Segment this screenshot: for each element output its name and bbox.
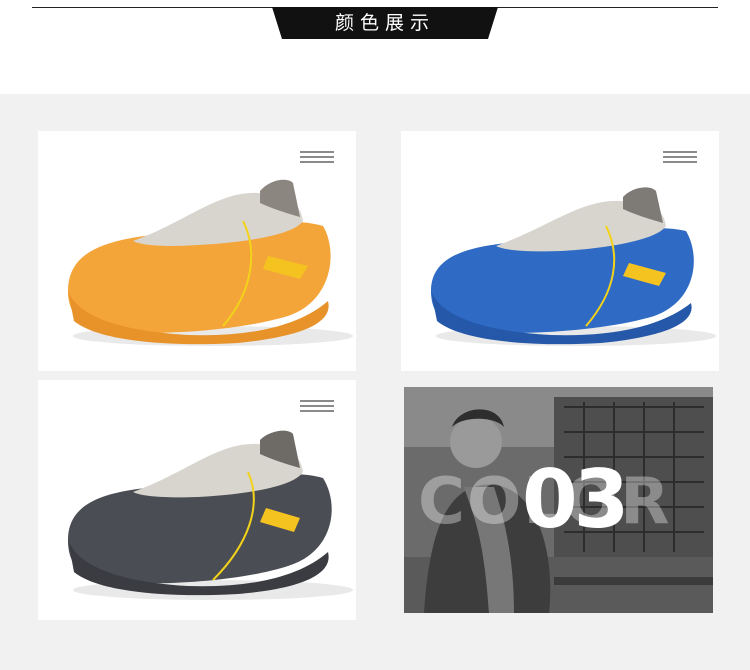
hamburger-icon[interactable] <box>300 151 334 165</box>
shoe-blue-image <box>431 187 716 346</box>
feature-photo: COLOR 03 <box>404 387 713 613</box>
section-title: 颜色展示 <box>334 12 435 34</box>
section-title-banner: 颜色展示 <box>272 7 498 39</box>
shoe-dark-gray-image <box>68 430 353 600</box>
hamburger-icon[interactable] <box>300 400 334 414</box>
feature-number: 03 <box>522 453 629 546</box>
product-card-blue[interactable] <box>401 131 719 371</box>
shoe-orange-image <box>68 179 353 346</box>
hamburger-icon[interactable] <box>663 151 697 165</box>
product-card-orange[interactable] <box>38 131 356 371</box>
product-card-dark-gray[interactable] <box>38 380 356 620</box>
